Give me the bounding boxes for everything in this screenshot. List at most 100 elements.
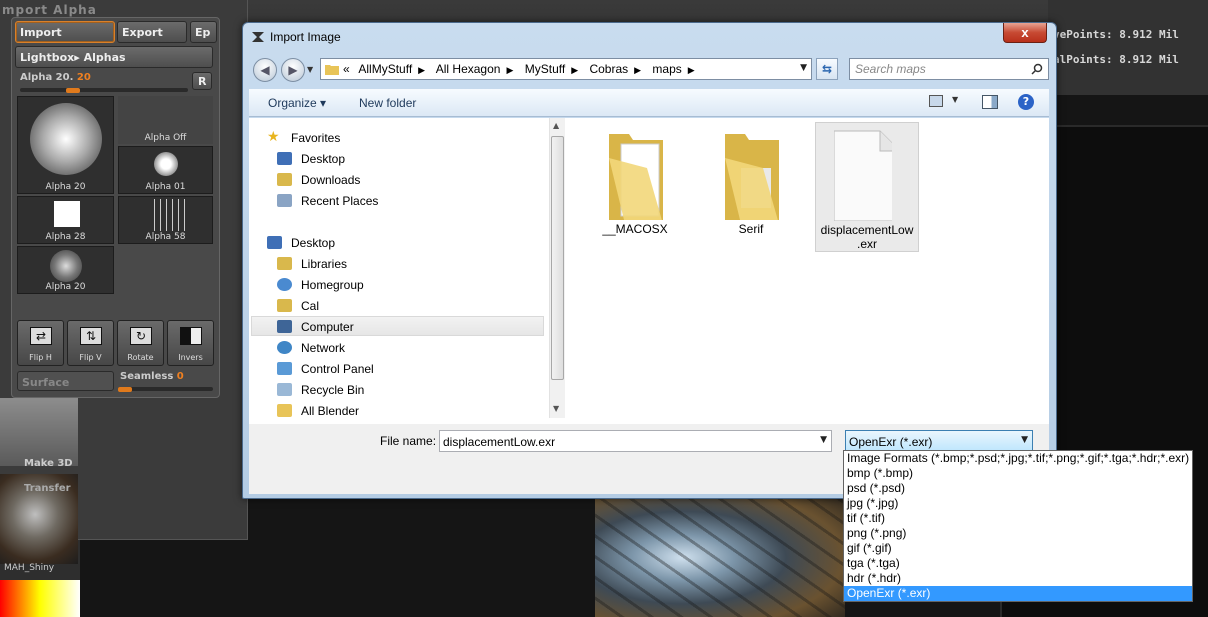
chevron-down-icon[interactable]: ▼ (820, 435, 827, 445)
file-item-macosx[interactable]: __MACOSX (583, 122, 687, 252)
alpha-tile-01[interactable]: Alpha 01 (118, 146, 213, 194)
lightbox-alphas-button[interactable]: Lightbox▸ Alphas (15, 46, 213, 68)
chevron-down-icon[interactable]: ▼ (800, 63, 807, 73)
nav-scrollbar[interactable]: ▲ ▼ (549, 118, 565, 418)
dialog-title: Import Image (270, 30, 341, 44)
alpha-tile-large[interactable]: Alpha 20 (17, 96, 114, 194)
search-icon[interactable] (1031, 63, 1043, 75)
breadcrumb-item[interactable]: AllMyStuff (358, 62, 412, 76)
file-item-displacementlow[interactable]: displacementLow .exr (815, 122, 919, 252)
file-type-option[interactable]: Image Formats (*.bmp;*.psd;*.jpg;*.tif;*… (844, 451, 1192, 466)
alpha-tile-28[interactable]: Alpha 28 (17, 196, 114, 244)
file-type-option[interactable]: psd (*.psd) (844, 481, 1192, 496)
nav-label: Desktop (301, 152, 346, 166)
control-panel-icon (277, 362, 292, 375)
file-item-serif[interactable]: Serif (699, 122, 803, 252)
tile-label: Alpha 20 (45, 282, 86, 292)
scroll-up-icon[interactable]: ▲ (553, 121, 559, 130)
flip-v-button[interactable]: ⇅ Flip V (67, 320, 114, 366)
address-bar[interactable]: « AllMyStuff ▶ All Hexagon ▶ MyStuff ▶ Cobr… (320, 58, 812, 80)
refresh-button[interactable]: ⇆ (816, 58, 838, 80)
tile-label: Alpha 28 (45, 232, 86, 242)
surface-button[interactable]: Surface (17, 371, 114, 391)
recent-pages-icon[interactable]: ▼ (307, 65, 313, 74)
color-picker[interactable] (0, 580, 80, 617)
seamless-slider[interactable] (118, 387, 213, 391)
file-type-option[interactable]: png (*.png) (844, 526, 1192, 541)
help-icon[interactable]: ? (1018, 94, 1034, 110)
file-type-option[interactable]: gif (*.gif) (844, 541, 1192, 556)
desktop-icon (277, 152, 292, 165)
file-name-input[interactable]: displacementLow.exr ▼ (439, 430, 832, 452)
breadcrumb-item[interactable]: maps (652, 62, 681, 76)
chevron-down-icon[interactable]: ▼ (952, 95, 958, 104)
file-type-select[interactable]: OpenExr (*.exr) ▼ (845, 430, 1033, 452)
file-name-label: File name: (380, 434, 437, 448)
alpha-preview (30, 103, 102, 175)
chevron-down-icon[interactable]: ▼ (1021, 435, 1028, 445)
rendered-model-texture (595, 485, 845, 617)
file-name: displacementLow .exr (820, 223, 914, 251)
chevron-right-icon[interactable]: ▶ (506, 65, 513, 75)
file-name-value: displacementLow.exr (443, 435, 556, 449)
breadcrumb-overflow[interactable]: « (343, 62, 350, 76)
file-type-option[interactable]: bmp (*.bmp) (844, 466, 1192, 481)
alpha-tile-off[interactable]: Alpha Off (118, 96, 213, 144)
scrollbar-thumb[interactable] (551, 136, 564, 380)
alpha-slider-knob[interactable] (66, 88, 80, 93)
file-type-option[interactable]: tga (*.tga) (844, 556, 1192, 571)
breadcrumb[interactable]: « AllMyStuff ▶ All Hexagon ▶ MyStuff ▶ Cobr… (343, 62, 703, 76)
inverse-button[interactable]: Invers (167, 320, 214, 366)
file-type-option[interactable]: tif (*.tif) (844, 511, 1192, 526)
new-folder-button[interactable]: New folder (359, 96, 416, 110)
alpha-slider[interactable] (20, 88, 188, 92)
import-image-dialog: Import Image x ◀ ▶ ▼ « AllMyStuff ▶ All H… (242, 22, 1057, 499)
make-3d-label[interactable]: Make 3D (24, 458, 73, 469)
alpha-tile-20-small[interactable]: Alpha 20 (17, 246, 114, 294)
tile-label: Alpha Off (144, 133, 187, 143)
star-icon: ★ (267, 128, 280, 144)
file-list: __MACOSX Serif displacementLow .exr (569, 118, 1049, 424)
file-type-dropdown: Image Formats (*.bmp;*.psd;*.jpg;*.tif;*… (843, 450, 1193, 602)
chevron-right-icon[interactable]: ▶ (688, 65, 695, 75)
view-options-icon[interactable] (929, 95, 943, 107)
rotate-button[interactable]: ↻ Rotate (117, 320, 164, 366)
file-type-option-selected[interactable]: OpenExr (*.exr) (844, 586, 1192, 601)
nav-item-computer[interactable]: Computer (251, 316, 544, 336)
rotate-icon: ↻ (130, 327, 152, 345)
file-type-option[interactable]: hdr (*.hdr) (844, 571, 1192, 586)
close-button[interactable]: x (1003, 23, 1047, 43)
nav-label: Downloads (301, 173, 361, 187)
nav-label: Desktop (291, 236, 336, 250)
nav-label: Network (301, 341, 346, 355)
chevron-right-icon[interactable]: ▶ (634, 65, 641, 75)
tool-label: Flip V (79, 353, 102, 362)
downloads-icon (277, 173, 292, 186)
stats-area (1048, 0, 1208, 95)
organize-button[interactable]: Organize ▾ (268, 96, 326, 110)
search-input[interactable]: Search maps (849, 58, 1049, 80)
file-type-option[interactable]: jpg (*.jpg) (844, 496, 1192, 511)
alpha-tile-58[interactable]: Alpha 58 (118, 196, 213, 244)
seamless-slider-knob[interactable] (118, 387, 132, 392)
breadcrumb-item[interactable]: All Hexagon (436, 62, 501, 76)
scroll-down-icon[interactable]: ▼ (553, 404, 559, 413)
export-button[interactable]: Export (117, 21, 187, 43)
ep-button[interactable]: Ep (190, 21, 217, 43)
nav-label: Recent Places (301, 194, 379, 208)
back-button[interactable]: ◀ (253, 58, 277, 82)
flip-h-button[interactable]: ⇄ Flip H (17, 320, 64, 366)
import-button[interactable]: Import (15, 21, 115, 43)
make-3d-preview[interactable] (0, 398, 78, 466)
breadcrumb-item[interactable]: MyStuff (525, 62, 565, 76)
file-name: Serif (738, 222, 764, 236)
transfer-label[interactable]: Transfer (24, 483, 71, 494)
chevron-right-icon[interactable]: ▶ (571, 65, 578, 75)
chevron-right-icon[interactable]: ▶ (418, 65, 425, 75)
forward-button[interactable]: ▶ (281, 58, 305, 82)
nav-label: Homegroup (301, 278, 364, 292)
tile-label: Alpha 20 (45, 182, 86, 192)
preview-pane-icon[interactable] (982, 95, 998, 109)
r-button[interactable]: R (192, 72, 212, 90)
breadcrumb-item[interactable]: Cobras (589, 62, 628, 76)
